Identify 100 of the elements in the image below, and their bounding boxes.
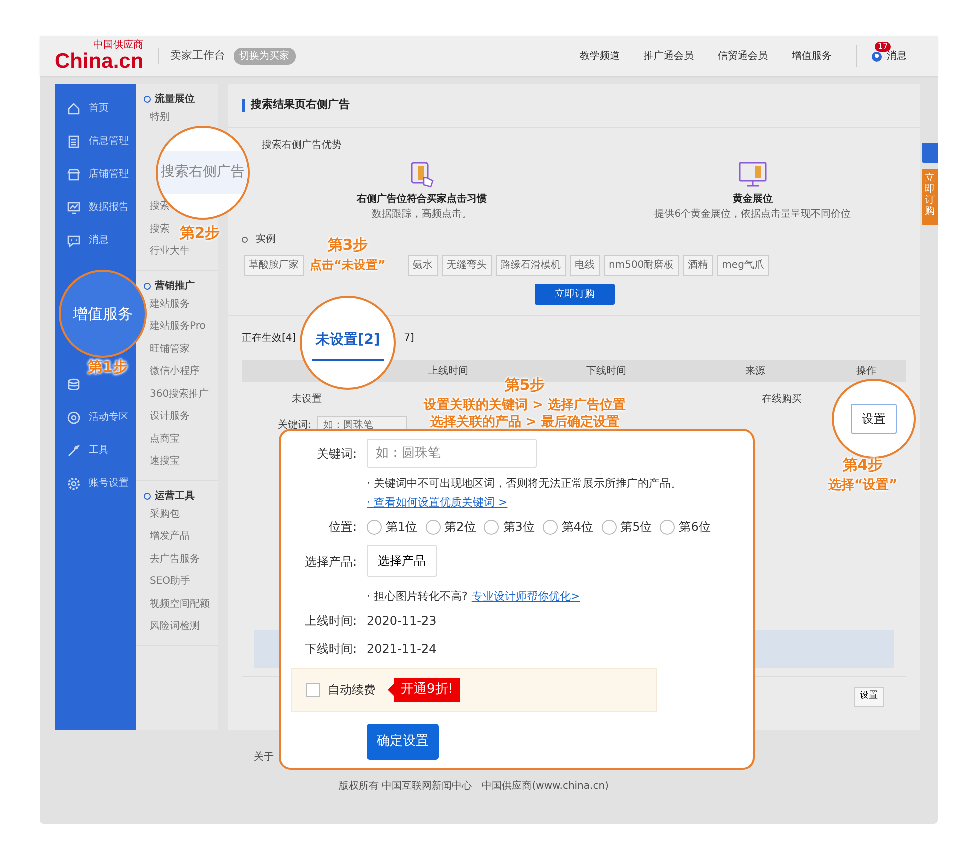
select-product-button[interactable]: 选择产品 [367, 545, 437, 577]
subnav-item[interactable]: 360搜索推广 [150, 388, 210, 402]
feature-title: 黄金展位 [732, 192, 773, 207]
keyword-tag[interactable]: 草酸胺厂家 [244, 255, 304, 276]
section-heading: 搜索右侧广告优势 [261, 138, 343, 153]
logo[interactable]: China.cn [55, 50, 144, 72]
chat-icon [67, 234, 81, 248]
date-value: 2021-11-24 [367, 641, 437, 658]
home-icon [67, 102, 81, 116]
section-heading: 营销推广 [155, 279, 195, 294]
feature-title: 右侧广告位符合买家点击习惯 [356, 192, 487, 207]
chart-icon [67, 200, 81, 214]
message-count-badge: 17 [875, 42, 892, 52]
confirm-button[interactable]: 确定设置 [367, 724, 439, 760]
sidebar-item[interactable]: 消息 [89, 233, 109, 248]
header-nav-link[interactable]: 推广通会员 [644, 48, 694, 64]
subnav-item[interactable]: 点商宝 [150, 432, 180, 446]
shop-icon [67, 168, 81, 182]
subnav-item[interactable]: 微信小程序 [150, 365, 200, 379]
column-header: 来源 [744, 364, 766, 378]
sidebar-item[interactable]: 工具 [89, 443, 109, 458]
subnav-item[interactable]: 特别 [150, 111, 180, 125]
subnav-item[interactable]: 搜索 [150, 222, 170, 236]
step-caption: 设置关联的关键词 > 选择广告位置 [422, 396, 627, 414]
help-link[interactable]: · 查看如何设置优质关键词 > [367, 496, 508, 509]
section-heading: 运营工具 [155, 490, 195, 504]
header-nav-link[interactable]: 增值服务 [792, 48, 832, 64]
date-value: 2020-11-23 [367, 613, 437, 630]
subnav-item[interactable]: 旺铺管家 [150, 342, 190, 356]
tab[interactable]: 未设置[2] [312, 326, 384, 360]
sidebar-item[interactable]: 数据报告 [89, 200, 129, 215]
chat-button[interactable] [922, 143, 938, 163]
subnav-item[interactable]: 建站服务Pro [150, 320, 206, 334]
step-label: 第5步 [504, 375, 546, 396]
tab[interactable]: 7] [404, 330, 414, 346]
order-now-tab[interactable]: 立即订购 [922, 169, 938, 225]
hint-text: · 担心图片转化不高? [367, 589, 468, 605]
position-radio[interactable]: 第1位 [367, 518, 418, 536]
copyright-text: 版权所有 中国互联网新闻中心 中国供应商(www.china.cn) [338, 780, 610, 794]
keyword-tag[interactable]: 无缝弯头 [442, 255, 492, 276]
page-title: 搜索结果页右侧广告 [251, 97, 350, 114]
section-heading: 流量展位 [155, 92, 195, 107]
subnav-item[interactable]: 视频空间配额 [150, 598, 210, 612]
circle-icon [144, 96, 151, 103]
sidebar-item[interactable]: 活动专区 [89, 410, 129, 425]
checkbox[interactable] [306, 683, 320, 697]
column-header: 操作 [856, 364, 878, 378]
circle-icon [144, 492, 151, 500]
tab[interactable]: 正在生效[4] [242, 330, 296, 346]
subnav-item[interactable]: 增发产品 [150, 530, 190, 544]
step-label: 第3步 [326, 235, 370, 256]
keyword-tag[interactable]: meg气爪 [717, 255, 770, 276]
subnav-item[interactable]: SEO助手 [150, 575, 191, 589]
sidebar-item[interactable]: 账号设置 [89, 476, 129, 491]
sidebar-item[interactable]: 信息管理 [89, 134, 129, 149]
field-label: 位置: [328, 519, 358, 536]
step-label: 第1步 [86, 357, 130, 378]
workbench-title: 卖家工作台 [158, 48, 226, 64]
subnav-item[interactable]: 去广告服务 [150, 552, 200, 566]
checkbox-label: 自动续费 [328, 682, 376, 699]
subnav-item[interactable]: 搜索右侧广告 [158, 151, 248, 194]
column-header: 上线时间 [427, 364, 470, 378]
field-label: 关键词: [278, 418, 312, 433]
sidebar-item[interactable]: 增值服务 [73, 302, 133, 326]
sidebar-item[interactable]: 店铺管理 [89, 167, 129, 182]
keyword-tag[interactable]: nm500耐磨板 [604, 255, 680, 276]
keyword-tag[interactable]: 酒精 [683, 255, 714, 276]
target-icon [67, 410, 81, 424]
column-header: 下线时间 [586, 364, 628, 378]
subnav-item[interactable]: 风险词检测 [150, 620, 200, 634]
keyword-tag[interactable]: 氨水 [408, 255, 438, 276]
promo-tag: 开通9折! [394, 678, 460, 702]
hint-text: · 关键词中不可出现地区词，否则将无法正常展示所推广的产品。 [367, 476, 683, 492]
subnav-item[interactable]: 行业大牛 [150, 245, 190, 259]
help-link[interactable]: 专业设计师帮你优化> [472, 587, 580, 606]
position-radio[interactable]: 第4位 [542, 518, 594, 536]
step-caption: 选择“设置” [827, 476, 899, 494]
order-button[interactable]: 立即订购 [535, 284, 615, 305]
feature-text: 提供6个黄金展位，依据点击量呈现不同价位 [654, 208, 852, 222]
subnav-item[interactable]: 速搜宝 [150, 455, 180, 469]
subnav-item[interactable]: 设计服务 [150, 410, 190, 424]
subnav-item[interactable]: 建站服务 [150, 298, 190, 312]
subnav-item[interactable]: 采购包 [150, 508, 180, 522]
sidebar-item[interactable]: 首页 [89, 101, 109, 116]
title-accent-bar [242, 99, 245, 112]
step-caption: 点击“未设置” [309, 256, 387, 274]
set-button[interactable]: 设置 [854, 687, 884, 706]
keyword-tag[interactable]: 路缘石滑模机 [496, 255, 566, 276]
position-radio[interactable]: 第2位 [426, 518, 476, 536]
keyword-input[interactable]: 如：圆珠笔 [367, 439, 537, 468]
messages-link[interactable]: 消息 [887, 48, 907, 64]
bullet-icon [242, 236, 248, 242]
position-radio[interactable]: 第6位 [660, 518, 711, 536]
header-nav-link[interactable]: 信贸通会员 [718, 48, 768, 64]
set-button[interactable]: 设置 [851, 404, 897, 434]
keyword-tag[interactable]: 电线 [570, 255, 600, 276]
position-radio[interactable]: 第3位 [484, 518, 535, 536]
settings-icon [67, 476, 81, 490]
position-radio[interactable]: 第5位 [602, 518, 652, 536]
header-nav-link[interactable]: 教学频道 [580, 48, 620, 64]
